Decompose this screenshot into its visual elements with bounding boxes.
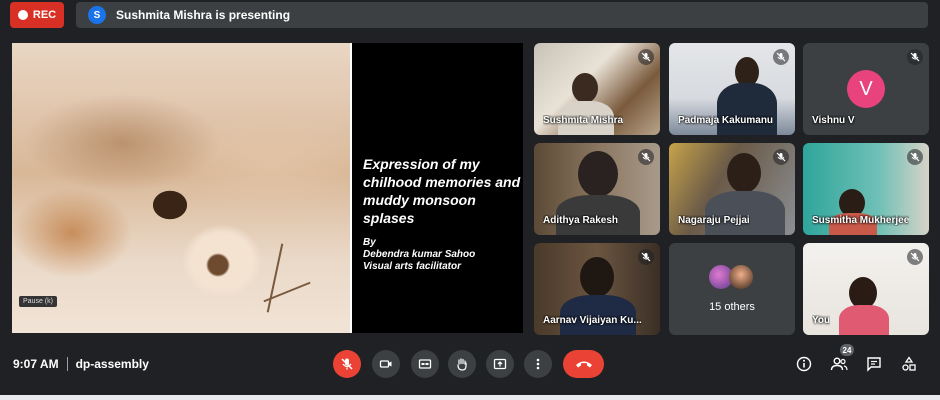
mic-toggle-button[interactable]: [333, 350, 361, 378]
chat-button[interactable]: [864, 354, 884, 374]
participant-tile[interactable]: V Vishnu V: [803, 43, 929, 135]
recording-label: REC: [32, 9, 57, 21]
mic-off-icon: [907, 149, 923, 165]
meeting-time: 9:07 AM: [13, 357, 59, 371]
presenting-text: Sushmita Mishra is presenting: [116, 8, 291, 22]
mic-off-icon: [773, 49, 789, 65]
participant-name: You: [812, 315, 831, 326]
others-label: 15 others: [709, 301, 755, 313]
participant-name: Padmaja Kakumanu: [678, 115, 774, 126]
people-icon: [830, 357, 848, 371]
activities-icon: [902, 356, 916, 371]
participant-tile[interactable]: Aarnav Vijaiyan Ku...: [534, 243, 660, 335]
participant-name: Aarnav Vijaiyan Ku...: [543, 315, 642, 326]
captions-button[interactable]: [411, 350, 439, 378]
slide-title: Expression of my chilhood memories and m…: [363, 156, 521, 226]
more-options-button[interactable]: [524, 350, 552, 378]
participant-silhouette: [727, 153, 761, 193]
divider: [66, 357, 68, 371]
recording-badge[interactable]: REC: [10, 2, 64, 28]
people-count-badge: 24: [840, 344, 854, 356]
participant-name: Sushmita Mishra: [543, 115, 624, 126]
participant-tile[interactable]: Susmitha Mukherjee: [803, 143, 929, 235]
meeting-details: 9:07 AM dp-assembly: [13, 357, 149, 371]
participant-silhouette: [705, 191, 785, 235]
mic-off-icon: [341, 358, 353, 370]
meeting-info-button[interactable]: [794, 354, 814, 374]
participant-name: Nagaraju Pejjai: [678, 215, 750, 226]
slide-author: Debendra kumar Sahoo: [363, 249, 476, 260]
mic-off-icon: [907, 249, 923, 265]
participant-name: Vishnu V: [812, 115, 855, 126]
self-tile[interactable]: You: [803, 243, 929, 335]
presenter-avatar: S: [88, 6, 106, 24]
mic-off-icon: [907, 49, 923, 65]
mic-off-icon: [638, 49, 654, 65]
camera-icon: [379, 360, 392, 368]
participant-tile[interactable]: Padmaja Kakumanu: [669, 43, 795, 135]
mic-off-icon: [773, 149, 789, 165]
pause-hint: Pause (k): [19, 296, 57, 307]
mic-off-icon: [638, 249, 654, 265]
participant-name: Susmitha Mukherjee: [812, 215, 910, 226]
chat-icon: [867, 357, 881, 372]
participant-avatar: V: [847, 70, 885, 108]
others-tile[interactable]: 15 others: [669, 243, 795, 335]
slide-by: By: [363, 237, 376, 248]
info-icon: [796, 356, 812, 372]
meeting-code: dp-assembly: [75, 357, 149, 371]
participant-tile[interactable]: Sushmita Mishra: [534, 43, 660, 135]
presentation-stage[interactable]: Pause (k) Expression of my chilhood memo…: [12, 43, 523, 333]
raise-hand-button[interactable]: [448, 350, 476, 378]
window-edge: [0, 395, 940, 400]
mic-off-icon: [638, 149, 654, 165]
participant-name: Adithya Rakesh: [543, 215, 619, 226]
slide-role: Visual arts facilitator: [363, 261, 461, 272]
participant-tile[interactable]: Adithya Rakesh: [534, 143, 660, 235]
hand-icon: [457, 358, 467, 371]
participant-silhouette: [578, 151, 618, 197]
participant-tile[interactable]: Nagaraju Pejjai: [669, 143, 795, 235]
slide-text: Expression of my chilhood memories and m…: [363, 155, 523, 273]
participant-silhouette: [580, 257, 614, 297]
present-now-button[interactable]: [486, 350, 514, 378]
more-vert-icon: [536, 358, 540, 370]
captions-icon: [418, 359, 432, 369]
brush-stroke: [266, 243, 284, 313]
activities-button[interactable]: [899, 354, 919, 374]
slide-credits: By Debendra kumar Sahoo Visual arts faci…: [363, 237, 523, 273]
others-avatar: [729, 265, 753, 289]
participant-silhouette: [717, 83, 777, 135]
record-dot-icon: [17, 10, 28, 20]
painting-image: [12, 43, 350, 333]
people-button[interactable]: [829, 354, 849, 374]
camera-toggle-button[interactable]: [372, 350, 400, 378]
present-icon: [493, 358, 507, 370]
call-end-icon: [575, 361, 592, 368]
slide-divider: [350, 43, 352, 333]
presenting-banner[interactable]: S Sushmita Mishra is presenting: [76, 2, 928, 28]
participant-silhouette: [839, 305, 889, 335]
participant-silhouette: [572, 73, 598, 103]
leave-call-button[interactable]: [563, 350, 604, 378]
